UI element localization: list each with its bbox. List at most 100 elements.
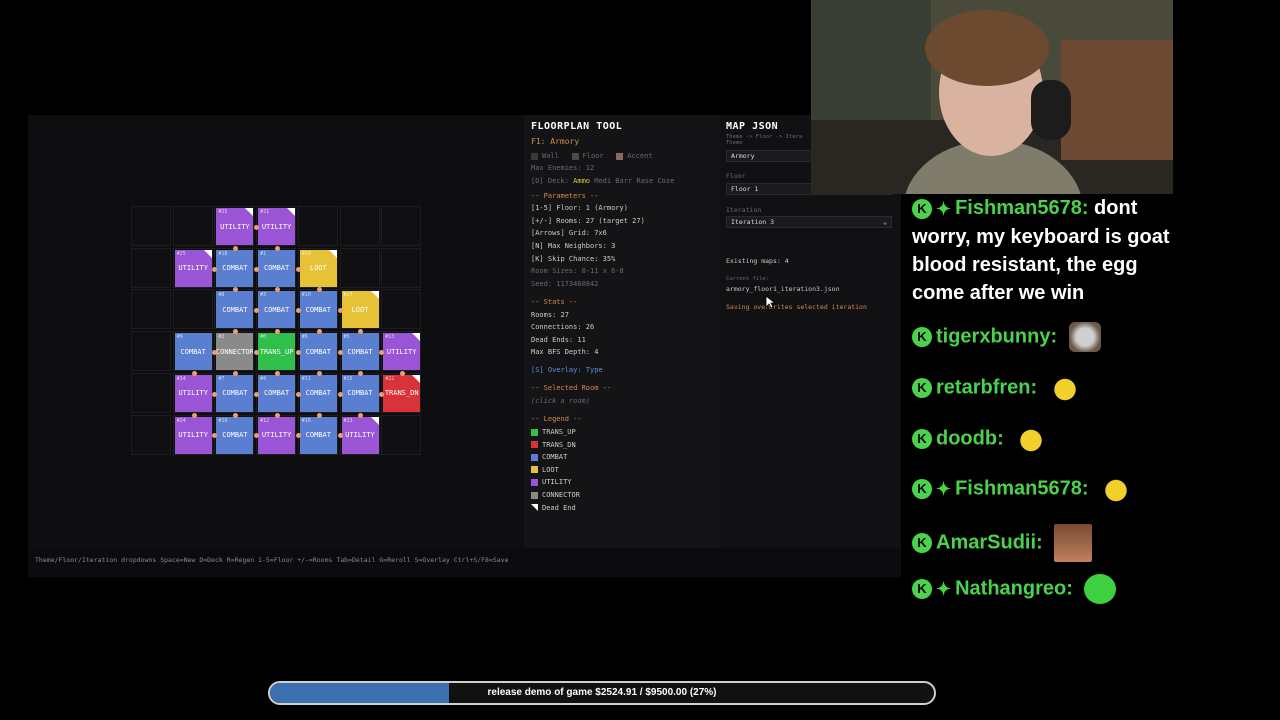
room-combat[interactable]: #10 COMBAT [299, 291, 337, 329]
legend-swatch [531, 441, 538, 449]
frog-emote-icon [1084, 574, 1117, 604]
grid-cell[interactable] [131, 247, 171, 288]
chat-username[interactable]: Nathangreo: [955, 577, 1073, 599]
room-utility[interactable]: #24 UTILITY [174, 416, 212, 454]
room-number: #9 [176, 334, 183, 341]
room-number: #3 [260, 292, 267, 299]
room-utility[interactable]: #21 UTILITY [258, 208, 296, 245]
room-connection-dot [254, 391, 260, 397]
grid-cell[interactable] [381, 414, 422, 455]
legend-label: TRANS_DN [542, 440, 576, 449]
wall-swatch[interactable] [531, 152, 538, 160]
grid-cell[interactable] [131, 206, 171, 246]
room-connection-dot [337, 433, 343, 439]
room-loot[interactable]: #20 LOOT [299, 249, 337, 287]
room-combat[interactable]: #16 COMBAT [299, 416, 337, 454]
grid-cell[interactable] [172, 206, 213, 246]
room-combat[interactable]: #7 COMBAT [216, 374, 254, 412]
max-enemies: Max Enemies: 12 [531, 164, 595, 172]
chat-username[interactable]: tigerxbunny: [936, 325, 1057, 347]
grid-cell[interactable] [131, 372, 171, 413]
kick-badge-icon: K [912, 327, 932, 347]
room-connection-dot [337, 349, 343, 355]
room-number: #12 [260, 417, 270, 424]
panel-title: FLOORPLAN TOOL [531, 121, 623, 132]
room-combat[interactable]: #8 COMBAT [216, 291, 254, 329]
room-number: #1 [260, 250, 267, 257]
grid-cell[interactable] [381, 289, 422, 330]
mouse-cursor-icon [765, 295, 775, 309]
deck-others[interactable]: Medi Barr Rase Coze [594, 177, 674, 185]
grid-cell[interactable] [131, 331, 171, 372]
dead-end-marker-icon [412, 374, 421, 383]
grid-cell[interactable] [381, 247, 422, 288]
accent-swatch[interactable] [616, 152, 624, 160]
toggle-accent[interactable]: Accent [627, 152, 652, 160]
chat-message: Kretarbfren: [912, 373, 1081, 403]
room-combat[interactable]: #19 COMBAT [216, 416, 254, 454]
room-combat[interactable]: #3 COMBAT [258, 291, 296, 329]
room-transup[interactable]: #0 TRANS_UP [258, 333, 296, 371]
chat-username[interactable]: doodb: [936, 427, 1004, 449]
param-skip: [K] Skip Chance: 35% [531, 255, 616, 263]
room-connection-dot [254, 224, 260, 230]
chat-username[interactable]: retarbfren: [936, 376, 1037, 398]
room-utility[interactable]: #25 UTILITY [174, 249, 212, 287]
grid-cell[interactable] [131, 289, 171, 330]
room-utility[interactable]: #23 UTILITY [341, 416, 379, 454]
shortcut-hints: Theme/Floor/Iteration dropdowns Space=Ne… [35, 556, 509, 564]
grid-cell[interactable] [297, 206, 338, 246]
room-label: TRANS_UP [259, 347, 294, 356]
room-combat[interactable]: #18 COMBAT [216, 249, 254, 287]
toggle-floor[interactable]: Floor [583, 152, 604, 160]
room-utility[interactable]: #25 UTILITY [216, 208, 254, 245]
room-utility[interactable]: #13 UTILITY [383, 333, 421, 371]
room-number: #22 [385, 375, 395, 382]
grid-cell[interactable] [339, 247, 380, 288]
grid-cell[interactable] [339, 206, 380, 246]
legend-item: LOOT [531, 466, 559, 474]
room-combat[interactable]: #15 COMBAT [341, 374, 379, 412]
room-combat[interactable]: #1 COMBAT [258, 249, 296, 287]
chat-message: K ✦ Nathangreo: [912, 574, 1117, 604]
dead-end-marker-icon [412, 333, 421, 342]
room-loot[interactable]: #17 LOOT [341, 291, 379, 329]
room-combat[interactable]: #4 COMBAT [258, 374, 296, 412]
bee-emote-icon [1048, 373, 1081, 403]
deck-selected[interactable]: Ammo [573, 177, 590, 185]
grid-cell[interactable] [131, 414, 171, 455]
stat-dead-ends: Dead Ends: 11 [531, 336, 586, 344]
legend-item: CONNECTOR [531, 491, 580, 499]
room-connection-dot [295, 349, 301, 355]
floor-swatch[interactable] [571, 152, 579, 160]
room-label: UTILITY [178, 389, 208, 398]
chat-username[interactable]: AmarSudii: [936, 531, 1043, 553]
overlay-toggle[interactable]: [S] Overlay: Type [531, 366, 603, 374]
toggle-wall[interactable]: Wall [542, 152, 559, 160]
room-connection-dot [295, 266, 301, 272]
grid-cell[interactable] [381, 206, 422, 246]
room-combat[interactable]: #11 COMBAT [299, 374, 337, 412]
shortcut-footer: Theme/Floor/Iteration dropdowns Space=Ne… [28, 548, 901, 577]
iteration-dropdown[interactable]: Iteration 3 ⌄ [726, 216, 892, 228]
room-transdn[interactable]: #22 TRANS_DN [383, 374, 421, 412]
param-room-sizes: Room Sizes: 8-11 x 6-8 [531, 267, 624, 275]
chat-username[interactable]: Fishman5678: [955, 477, 1088, 499]
stat-rooms: Rooms: 27 [531, 311, 569, 319]
room-connector[interactable]: #2 CONNECTOR [216, 333, 254, 371]
room-combat[interactable]: #9 COMBAT [174, 333, 212, 371]
room-utility[interactable]: #14 UTILITY [174, 374, 212, 412]
room-combat[interactable]: #6 COMBAT [299, 333, 337, 371]
floorplan-grid[interactable]: #25 UTILITY #21 UTILITY #25 UTILITY #18 COMBAT #… [131, 206, 423, 458]
room-connection-dot [316, 329, 322, 335]
grid-cell[interactable] [172, 289, 213, 330]
room-label: UTILITY [178, 431, 208, 439]
legend-label: Dead End [542, 503, 576, 512]
chat-username[interactable]: Fishman5678: [955, 197, 1088, 219]
streamer-image [811, 0, 1173, 194]
room-combat[interactable]: #5 COMBAT [341, 333, 379, 371]
room-utility[interactable]: #12 UTILITY [258, 416, 296, 454]
param-neighbors: [N] Max Neighbors: 3 [531, 242, 616, 250]
legend-swatch [531, 428, 538, 436]
chat-message: Ktigerxbunny: [912, 322, 1101, 352]
